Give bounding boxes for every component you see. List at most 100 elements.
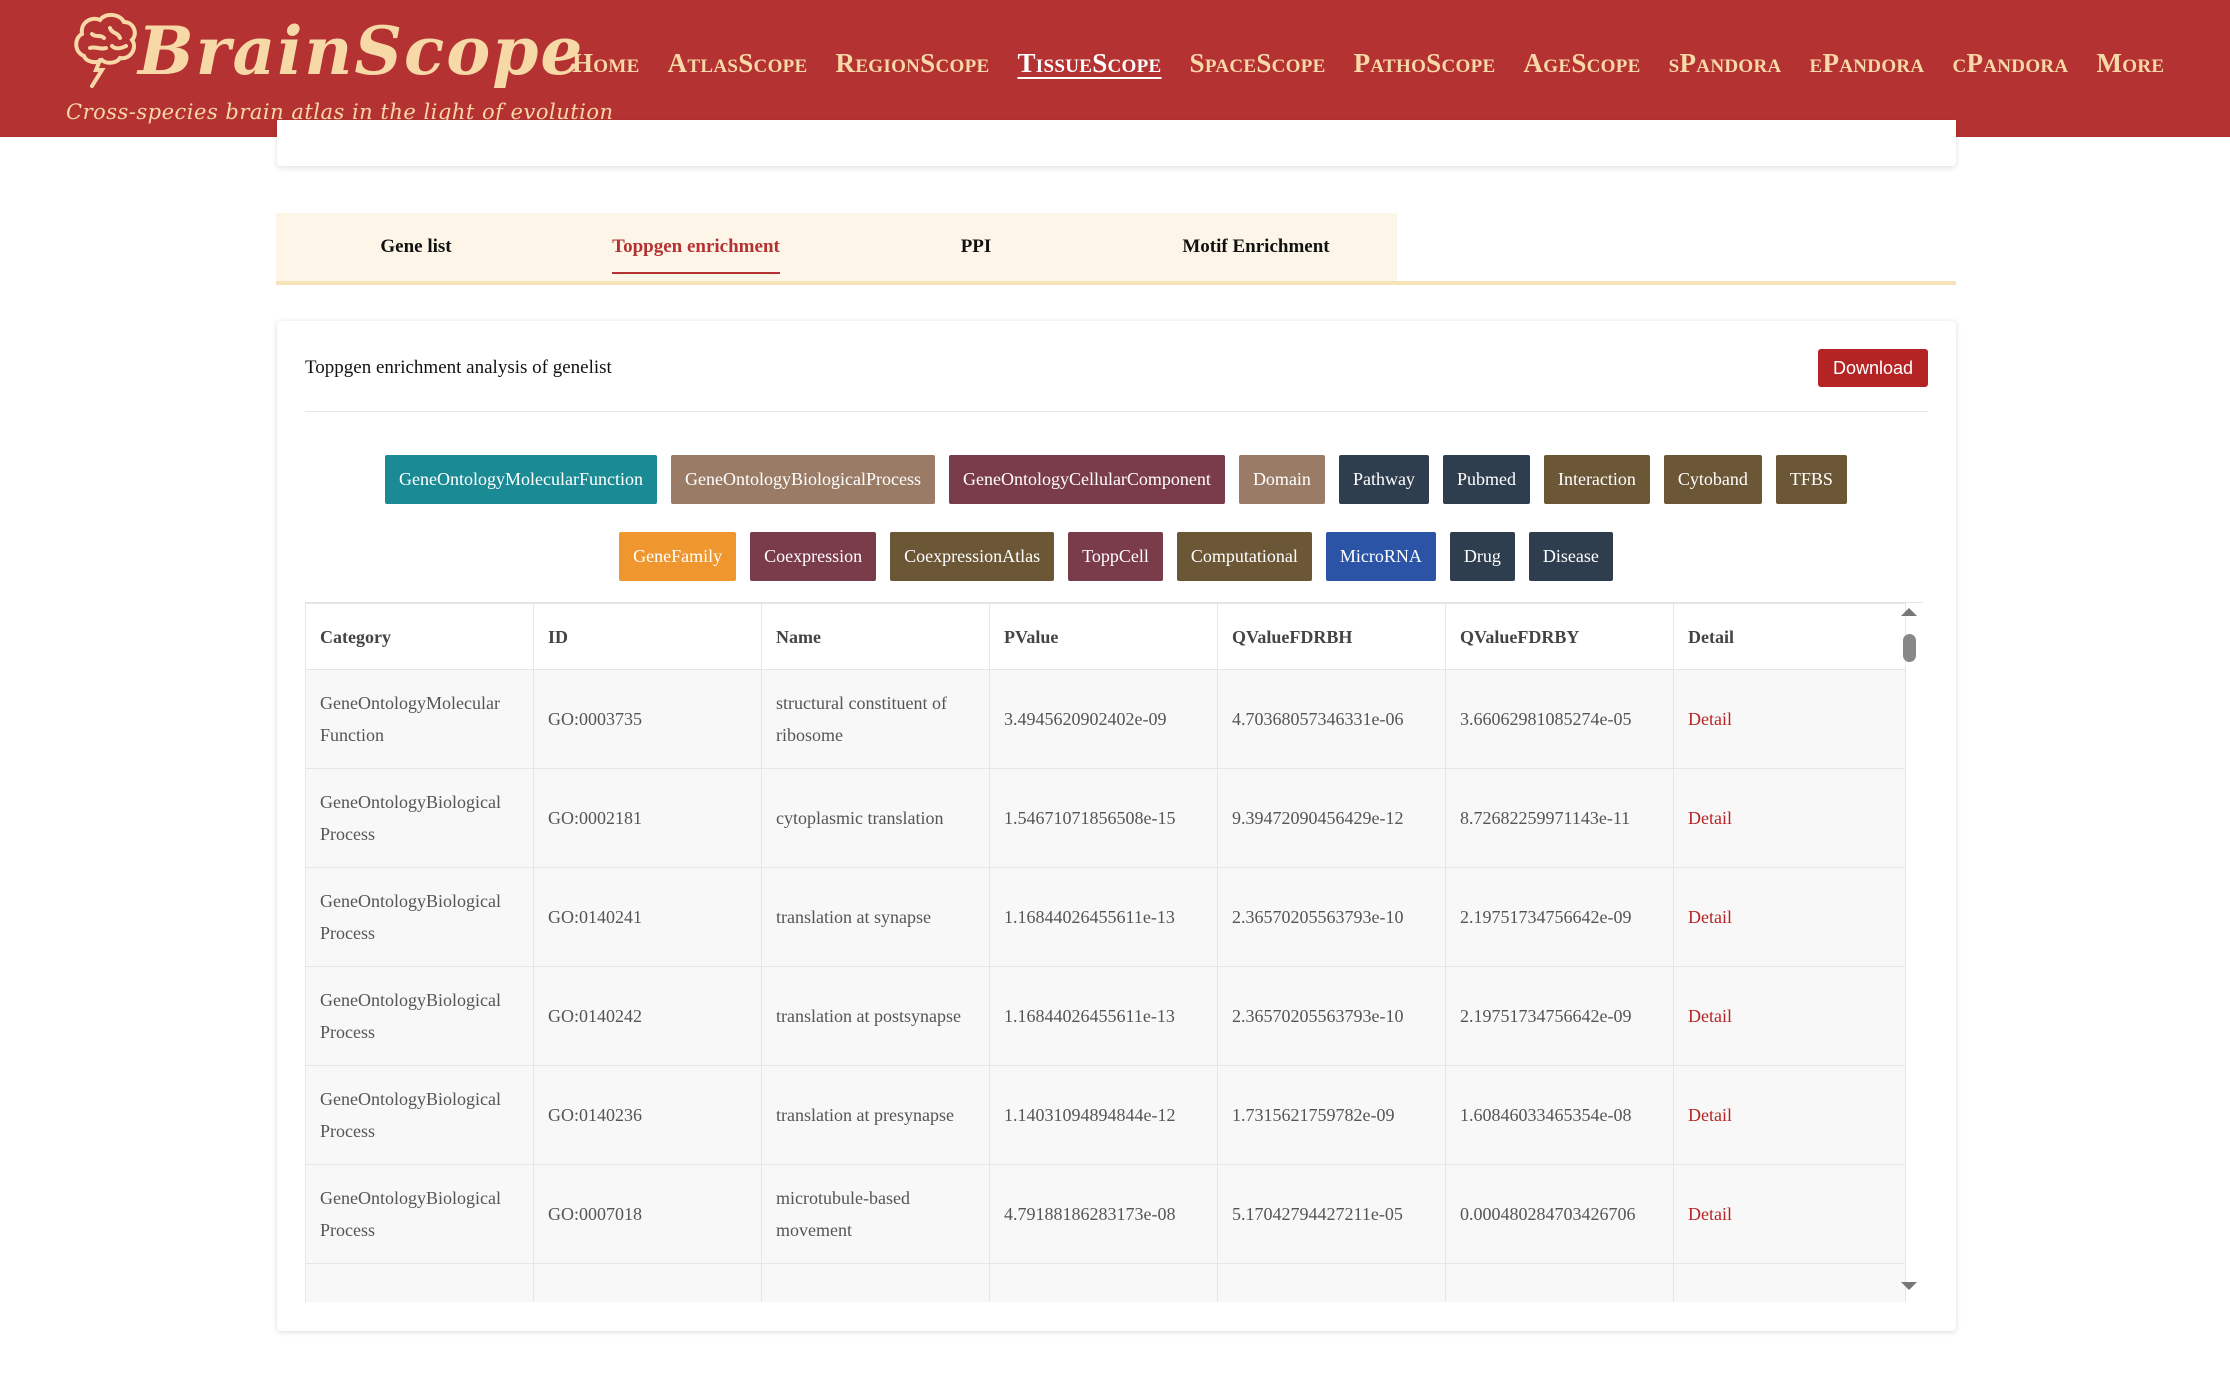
cell-name: translation at postsynapse [761,966,990,1066]
category-filter-row-2: GeneFamily Coexpression CoexpressionAtlas T… [305,532,1927,581]
category-chip-gene-ontology-cellular-component[interactable]: GeneOntologyCellularComponent [948,455,1225,504]
cell-pvalue: 1.16844026455611e-13 [989,966,1218,1066]
site-header: BrainScope Cross-species brain atlas in … [0,0,2230,137]
tab-gene-list[interactable]: Gene list [276,213,556,281]
nav-more[interactable]: More [2096,48,2164,88]
tab-label: Motif Enrichment [1182,236,1330,257]
cell-pvalue: 3.4945620902402e-09 [989,669,1218,769]
tab-label: Toppgen enrichment [612,236,780,274]
category-chip-coexpression[interactable]: Coexpression [750,532,877,581]
nav-tissuescope[interactable]: TissueScope [1017,48,1161,88]
scroll-up-icon[interactable] [1901,608,1917,616]
cell-qvalue-fdrby: 8.72682259971143e-11 [1445,768,1674,868]
cell-qvalue-fdrbh: 1.7315621759782e-09 [1217,1065,1446,1165]
tab-motif-enrichment[interactable]: Motif Enrichment [1116,213,1396,281]
scroll-thumb[interactable] [1903,634,1916,662]
category-chip-micro-rna[interactable]: MicroRNA [1325,532,1436,581]
brain-logo-icon [74,13,137,88]
site-logo[interactable]: BrainScope Cross-species brain atlas in … [66,6,613,134]
category-chip-tfbs[interactable]: TFBS [1775,455,1847,504]
category-chip-drug[interactable]: Drug [1449,532,1515,581]
category-chip-pathway[interactable]: Pathway [1338,455,1429,504]
category-filter-row-1: GeneOntologyMolecularFunction GeneOntolog… [305,455,1927,504]
column-header-pvalue: PValue [989,603,1218,670]
category-chip-domain[interactable]: Domain [1238,455,1325,504]
enrichment-card: Toppgen enrichment analysis of genelist … [277,321,1956,1331]
table-row: GeneOntologyBiological Process GO:0140236… [305,1065,1906,1165]
nav-atlasscope[interactable]: AtlasScope [668,48,808,88]
category-chip-gene-family[interactable]: GeneFamily [619,532,737,581]
detail-link[interactable]: Detail [1673,1065,1906,1165]
table-row: GeneOntologyBiological [305,1263,1906,1302]
nav-spacescope[interactable]: SpaceScope [1190,48,1326,88]
cell-id: GO:0140241 [533,867,762,967]
cell-category: GeneOntologyBiological Process [305,1065,534,1165]
nav-home[interactable]: Home [572,48,640,88]
tab-toppgen-enrichment[interactable]: Toppgen enrichment [556,213,836,281]
table-scrollbar[interactable] [1899,602,1919,1302]
cell-id [533,1263,762,1302]
category-chip-disease[interactable]: Disease [1528,532,1613,581]
enrichment-table-container[interactable]: Category ID Name PValue QValueFDRBH QValueFDR… [305,602,1923,1302]
table-header-row: Category ID Name PValue QValueFDRBH QValueFDR… [305,603,1906,670]
cell-category: GeneOntologyMolecular Function [305,669,534,769]
detail-link[interactable]: Detail [1673,867,1906,967]
column-header-qvalue-fdrbh: QValueFDRBH [1217,603,1446,670]
cell-id: GO:0007018 [533,1164,762,1264]
nav-epandora[interactable]: ePandora [1810,48,1925,88]
nav-pathoscope[interactable]: PathoScope [1354,48,1496,88]
cell-id: GO:0140236 [533,1065,762,1165]
cell-name: structural constituent of ribosome [761,669,990,769]
cell-qvalue-fdrby: 1.60846033465354e-08 [1445,1065,1674,1165]
category-chip-cytoband[interactable]: Cytoband [1663,455,1762,504]
detail-link[interactable]: Detail [1673,768,1906,868]
result-tabs: Gene list Toppgen enrichment PPI Motif E… [276,213,1956,285]
nav-regionscope[interactable]: RegionScope [836,48,990,88]
column-header-name: Name [761,603,990,670]
scroll-down-icon[interactable] [1901,1282,1917,1290]
cell-qvalue-fdrbh: 4.70368057346331e-06 [1217,669,1446,769]
cell-qvalue-fdrbh: 2.36570205563793e-10 [1217,966,1446,1066]
column-header-qvalue-fdrby: QValueFDRBY [1445,603,1674,670]
category-chip-gene-ontology-biological-process[interactable]: GeneOntologyBiologicalProcess [671,455,935,504]
cell-detail [1673,1263,1906,1302]
category-chip-topp-cell[interactable]: ToppCell [1068,532,1163,581]
cell-category: GeneOntologyBiological Process [305,867,534,967]
tab-label: PPI [960,236,992,257]
divider [305,411,1928,412]
cell-qvalue-fdrbh: 5.17042794427211e-05 [1217,1164,1446,1264]
cell-qvalue-fdrby: 2.19751734756642e-09 [1445,867,1674,967]
nav-agescope[interactable]: AgeScope [1523,48,1640,88]
cell-id: GO:0002181 [533,768,762,868]
category-chip-interaction[interactable]: Interaction [1543,455,1650,504]
tab-label: Gene list [380,236,452,257]
cell-qvalue-fdrby: 3.66062981085274e-05 [1445,669,1674,769]
cell-qvalue-fdrbh [1217,1263,1446,1302]
cell-name: microtubule-based movement [761,1164,990,1264]
tab-ppi[interactable]: PPI [836,213,1116,281]
cell-category: GeneOntologyBiological Process [305,966,534,1066]
cell-category: GeneOntologyBiological Process [305,1164,534,1264]
cell-name: cytoplasmic translation [761,768,990,868]
category-chip-gene-ontology-molecular-function[interactable]: GeneOntologyMolecularFunction [385,455,657,504]
category-chip-pubmed[interactable]: Pubmed [1442,455,1530,504]
cell-category: GeneOntologyBiological Process [305,768,534,868]
detail-link[interactable]: Detail [1673,1164,1906,1264]
detail-link[interactable]: Detail [1673,669,1906,769]
cell-qvalue-fdrbh: 9.39472090456429e-12 [1217,768,1446,868]
detail-link[interactable]: Detail [1673,966,1906,1066]
cell-id: GO:0140242 [533,966,762,1066]
cell-pvalue: 4.79188186283173e-08 [989,1164,1218,1264]
download-button[interactable]: Download [1818,349,1928,387]
column-header-detail: Detail [1673,603,1906,670]
cell-qvalue-fdrby: 0.000480284703426706 [1445,1164,1674,1264]
cell-name [761,1263,990,1302]
nav-cpandora[interactable]: cPandora [1952,48,2068,88]
category-chip-coexpression-atlas[interactable]: CoexpressionAtlas [890,532,1055,581]
cell-pvalue [989,1263,1218,1302]
cell-name: translation at synapse [761,867,990,967]
cell-qvalue-fdrbh: 2.36570205563793e-10 [1217,867,1446,967]
category-chip-computational[interactable]: Computational [1176,532,1312,581]
nav-spandora[interactable]: sPandora [1669,48,1782,88]
column-header-category: Category [305,603,534,670]
